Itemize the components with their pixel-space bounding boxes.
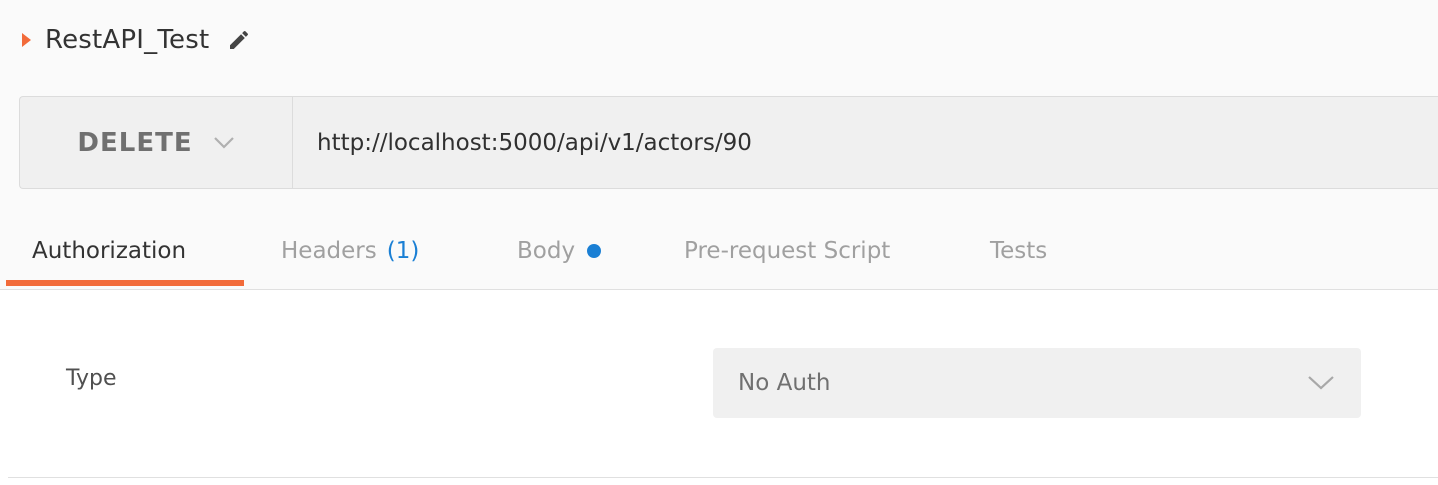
tab-label: Body [517,238,576,264]
request-url-bar: DELETE [19,96,1438,189]
chevron-down-icon [1307,375,1335,395]
tab-label: Authorization [32,238,187,264]
tab-authorization[interactable]: Authorization [32,214,186,288]
method-select[interactable]: DELETE [20,97,293,188]
auth-type-select[interactable]: No Auth [713,348,1361,418]
headers-count-badge: (1) [386,238,420,264]
url-input[interactable] [293,97,1438,188]
method-label: DELETE [77,127,193,158]
tab-body[interactable]: Body [517,214,602,288]
pencil-icon[interactable] [227,28,251,52]
request-tabs: Authorization Headers (1) Body Pre-reque… [0,214,1438,290]
chevron-down-icon [213,136,235,150]
body-indicator-dot [587,244,602,258]
caret-right-icon[interactable] [22,33,31,47]
request-title-row: RestAPI_Test [22,18,251,62]
auth-type-value: No Auth [738,370,831,396]
tab-label: Tests [990,238,1048,264]
tab-pre-request-script[interactable]: Pre-request Script [684,214,890,288]
active-tab-indicator [6,280,244,286]
section-divider [8,477,1438,478]
tab-tests[interactable]: Tests [990,214,1047,288]
request-name: RestAPI_Test [45,25,210,55]
tab-label: Pre-request Script [684,238,891,264]
tab-headers[interactable]: Headers (1) [281,214,419,288]
auth-type-label: Type [66,366,117,391]
tab-label: Headers [281,238,377,264]
